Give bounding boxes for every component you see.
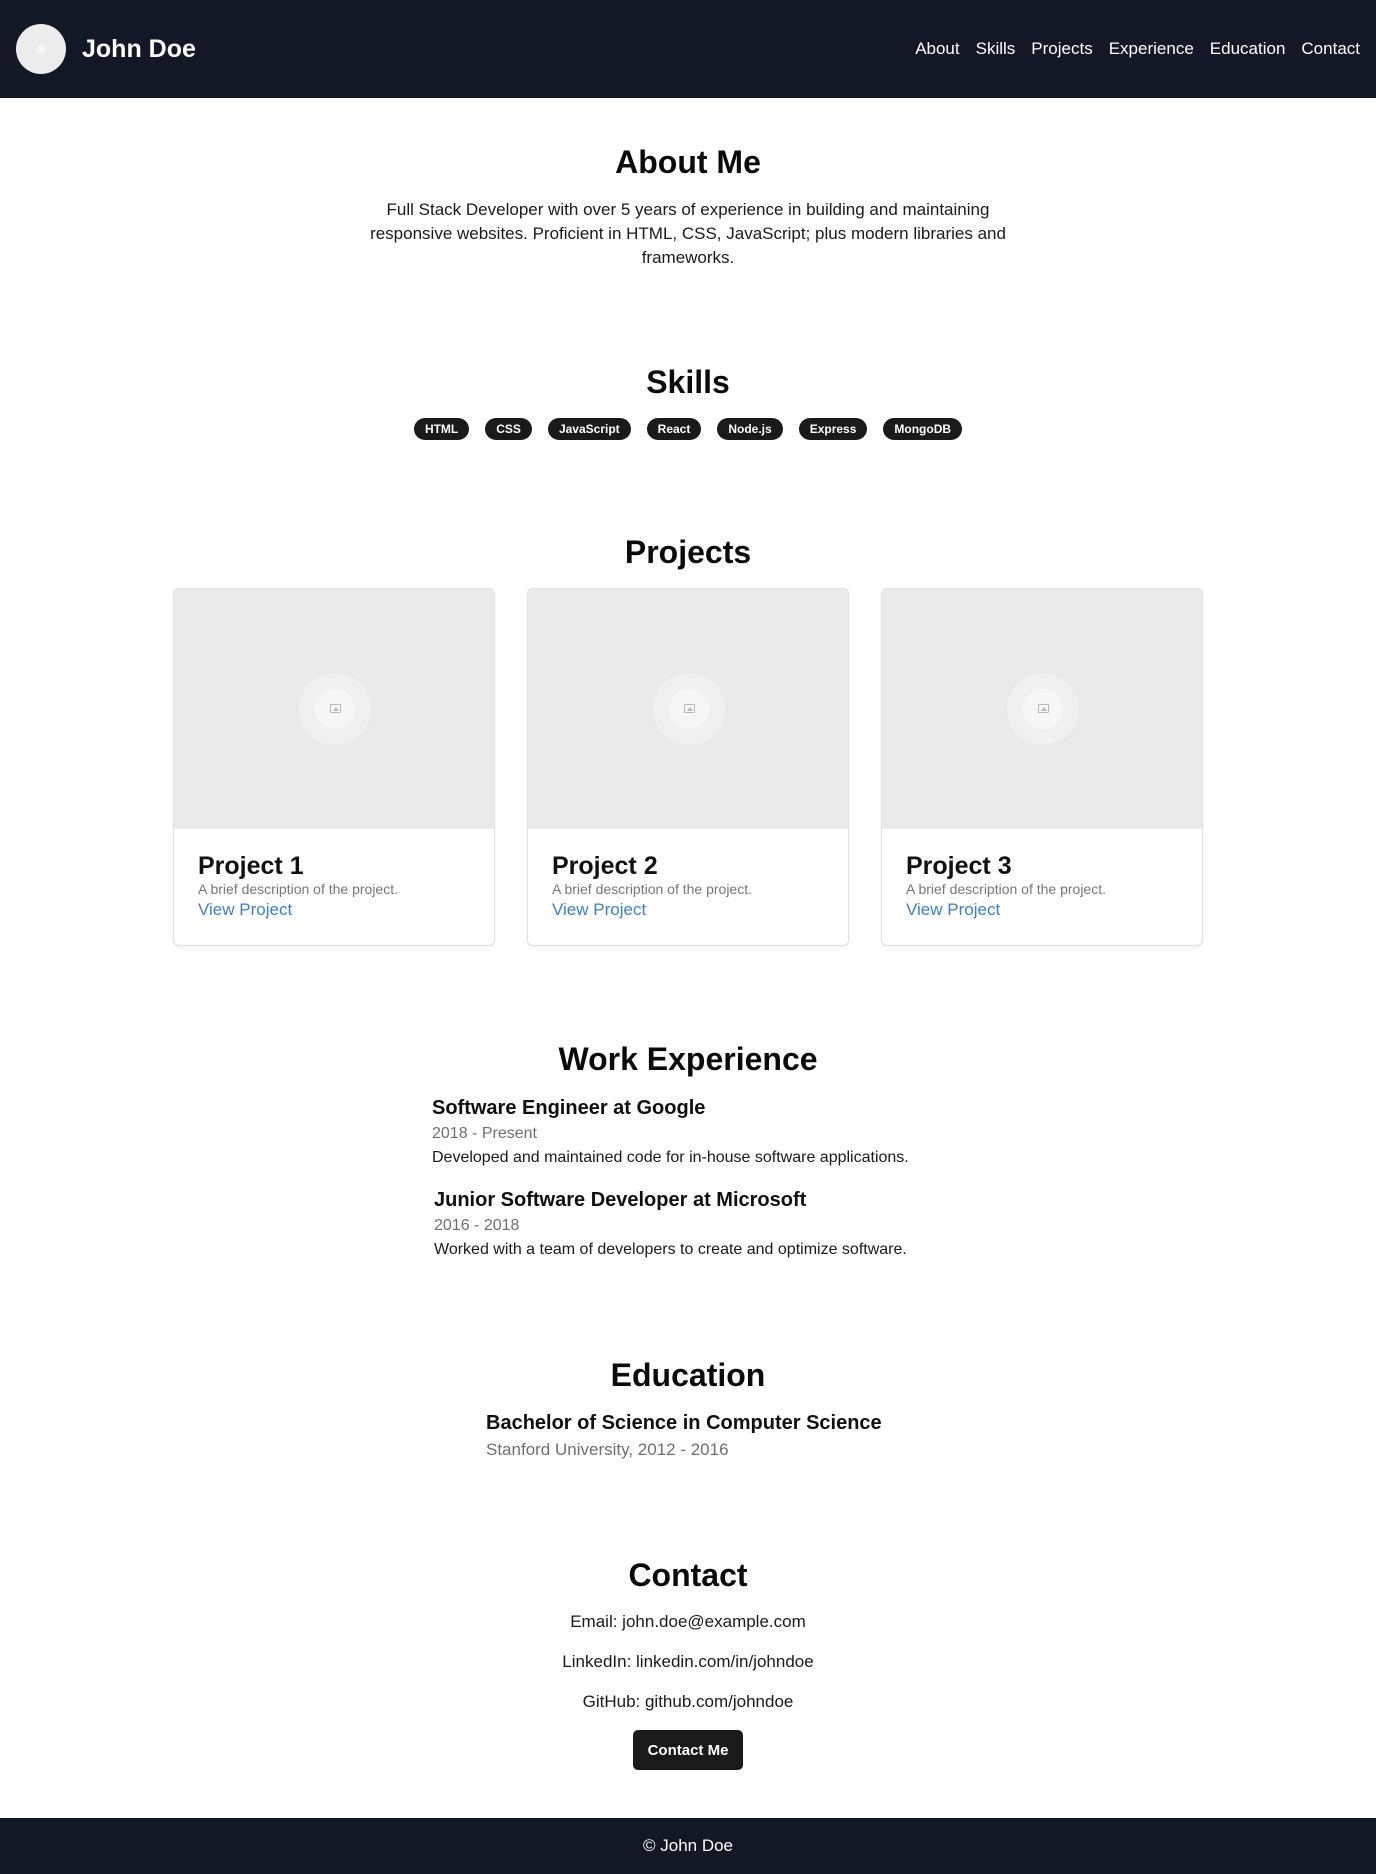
job-description: Worked with a team of developers to crea… bbox=[434, 1241, 907, 1258]
skills-list: HTML CSS JavaScript React Node.js Expres… bbox=[0, 418, 1376, 440]
contact-linkedin: LinkedIn: linkedin.com/in/johndoe bbox=[562, 1652, 814, 1671]
project-image-placeholder bbox=[174, 589, 494, 829]
brand: John Doe bbox=[16, 24, 196, 74]
view-project-link[interactable]: View Project bbox=[198, 900, 292, 920]
contact-me-button[interactable]: Contact Me bbox=[633, 1730, 743, 1770]
contact-title: Contact bbox=[628, 1557, 748, 1593]
skill-badge: MongoDB bbox=[883, 418, 963, 440]
site-footer: © John Doe bbox=[0, 1818, 1376, 1874]
image-icon bbox=[1038, 704, 1049, 713]
projects-grid: Project 1 A brief description of the pro… bbox=[173, 588, 1203, 946]
skill-badge: Node.js bbox=[717, 418, 783, 440]
site-name: John Doe bbox=[82, 34, 196, 63]
contact-email: Email: john.doe@example.com bbox=[570, 1612, 806, 1631]
project-description: A brief description of the project. bbox=[906, 881, 1106, 897]
project-title: Project 1 bbox=[198, 852, 304, 880]
main-nav: About Skills Projects Experience Educati… bbox=[899, 39, 1360, 59]
skill-badge: JavaScript bbox=[547, 418, 631, 440]
project-card: Project 1 A brief description of the pro… bbox=[173, 588, 495, 946]
projects-title: Projects bbox=[624, 534, 752, 570]
project-description: A brief description of the project. bbox=[198, 881, 398, 897]
nav-contact[interactable]: Contact bbox=[1301, 39, 1360, 59]
project-card: Project 2 A brief description of the pro… bbox=[527, 588, 849, 946]
project-title: Project 2 bbox=[552, 852, 658, 880]
job-description: Developed and maintained code for in-hou… bbox=[432, 1149, 909, 1166]
school: Stanford University, 2012 - 2016 bbox=[486, 1440, 729, 1459]
skill-badge: Express bbox=[798, 418, 868, 440]
nav-about[interactable]: About bbox=[915, 39, 959, 59]
image-icon bbox=[330, 704, 341, 713]
job-title: Junior Software Developer at Microsoft bbox=[434, 1189, 807, 1211]
nav-education[interactable]: Education bbox=[1210, 39, 1286, 59]
nav-experience[interactable]: Experience bbox=[1109, 39, 1194, 59]
avatar bbox=[16, 24, 66, 74]
site-header: John Doe About Skills Projects Experienc… bbox=[0, 0, 1376, 98]
project-description: A brief description of the project. bbox=[552, 881, 752, 897]
job-dates: 2016 - 2018 bbox=[434, 1217, 520, 1234]
nav-projects[interactable]: Projects bbox=[1031, 39, 1092, 59]
contact-github: GitHub: github.com/johndoe bbox=[582, 1692, 794, 1711]
degree: Bachelor of Science in Computer Science bbox=[486, 1412, 882, 1434]
skill-badge: React bbox=[646, 418, 702, 440]
skill-badge: HTML bbox=[413, 418, 470, 440]
project-title: Project 3 bbox=[906, 852, 1012, 880]
education-title: Education bbox=[610, 1357, 766, 1393]
about-text: Full Stack Developer with over 5 years o… bbox=[370, 200, 1006, 267]
view-project-link[interactable]: View Project bbox=[906, 900, 1000, 920]
project-card: Project 3 A brief description of the pro… bbox=[881, 588, 1203, 946]
experience-title: Work Experience bbox=[558, 1041, 818, 1077]
job-title: Software Engineer at Google bbox=[432, 1097, 706, 1119]
job-dates: 2018 - Present bbox=[432, 1125, 537, 1142]
view-project-link[interactable]: View Project bbox=[552, 900, 646, 920]
image-icon bbox=[684, 704, 695, 713]
nav-skills[interactable]: Skills bbox=[976, 39, 1016, 59]
project-image-placeholder bbox=[882, 589, 1202, 829]
project-image-placeholder bbox=[528, 589, 848, 829]
skill-badge: CSS bbox=[485, 418, 532, 440]
about-title: About Me bbox=[615, 144, 761, 180]
skills-title: Skills bbox=[646, 364, 730, 400]
